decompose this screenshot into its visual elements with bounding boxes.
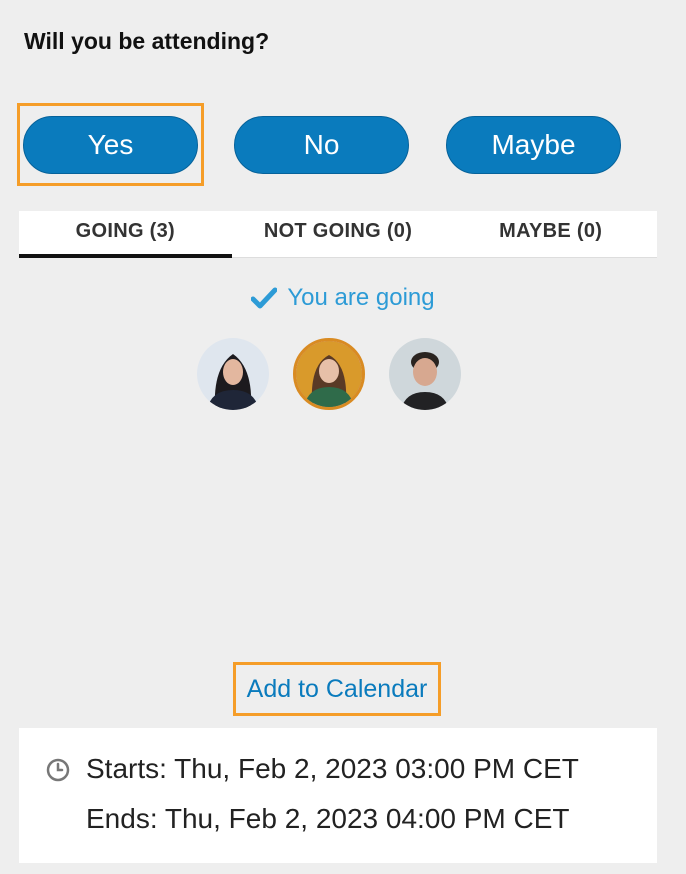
maybe-button[interactable]: Maybe (446, 116, 621, 174)
going-status-text: You are going (287, 284, 435, 311)
avatar-woman-colorful-border-icon[interactable] (293, 338, 365, 410)
event-end-time: Ends: Thu, Feb 2, 2023 04:00 PM CET (86, 803, 570, 834)
attendee-avatars (197, 338, 461, 410)
event-start-time: Starts: Thu, Feb 2, 2023 03:00 PM CET (86, 753, 579, 784)
tab-not-going[interactable]: NOT GOING (0) (232, 211, 445, 257)
yes-button[interactable]: Yes (23, 116, 198, 174)
going-status: You are going (0, 284, 686, 312)
tab-maybe[interactable]: MAYBE (0) (444, 211, 657, 257)
avatar-man-icon[interactable] (389, 338, 461, 410)
clock-icon (46, 758, 70, 787)
no-button[interactable]: No (234, 116, 409, 174)
add-to-calendar-link[interactable]: Add to Calendar (233, 662, 441, 716)
avatar-woman-dark-hair-icon[interactable] (197, 338, 269, 410)
attendance-question: Will you be attending? (24, 28, 270, 54)
event-time-card: Starts: Thu, Feb 2, 2023 03:00 PM CET En… (19, 728, 657, 863)
tab-going[interactable]: GOING (3) (19, 211, 232, 258)
check-icon (251, 287, 278, 309)
attendance-tabs: GOING (3) NOT GOING (0) MAYBE (0) (19, 211, 657, 258)
